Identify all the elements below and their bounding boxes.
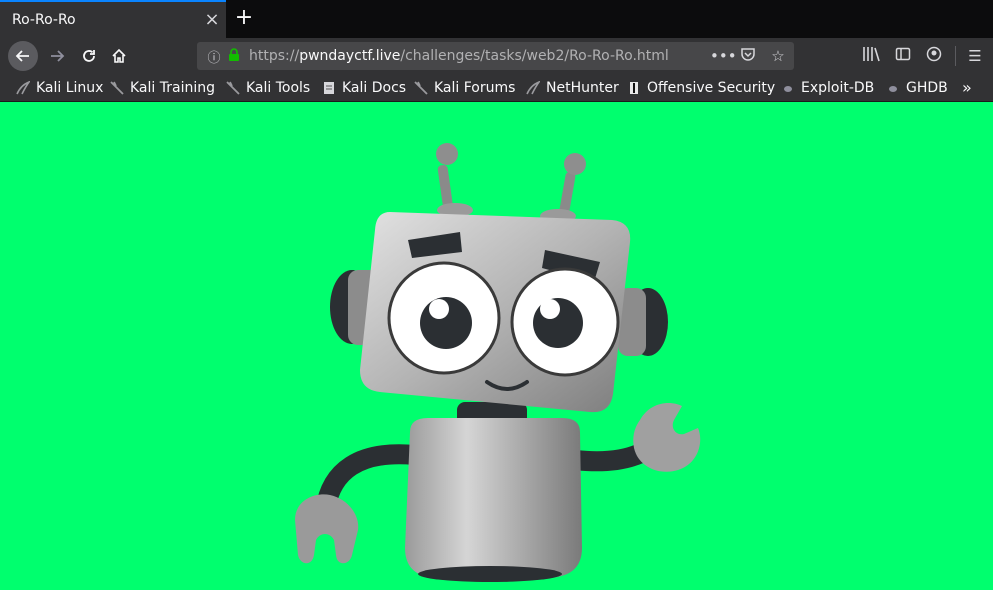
url-scheme: https:// <box>249 48 300 64</box>
eye-right <box>510 267 620 377</box>
bookmark-kali-docs[interactable]: Kali Docs <box>322 78 406 98</box>
page-actions-icon[interactable]: ••• <box>710 46 737 66</box>
bookmark-ghdb[interactable]: GHDB <box>886 78 948 98</box>
tab-title: Ro-Ro-Ro <box>12 12 76 28</box>
antenna-left <box>436 143 473 217</box>
bookmark-label: Kali Tools <box>246 80 311 96</box>
bookmark-kali-training[interactable]: Kali Training <box>110 78 215 98</box>
home-button[interactable] <box>104 41 134 71</box>
kali-dragon-icon <box>226 81 240 95</box>
pocket-icon[interactable] <box>737 46 759 66</box>
url-text: https://pwndayctf.live/challenges/tasks/… <box>249 48 669 64</box>
bookmark-label: Offensive Security <box>647 80 776 96</box>
bookmark-label: NetHunter <box>546 80 619 96</box>
kali-dragon-icon <box>110 81 124 95</box>
bookmark-kali-forums[interactable]: Kali Forums <box>414 78 515 98</box>
bookmark-kali-tools[interactable]: Kali Tools <box>226 78 310 98</box>
bookmark-label: GHDB <box>906 80 948 96</box>
navigation-toolbar: ⓘ https://pwndayctf.live/challenges/task… <box>0 38 993 74</box>
tab-close-icon[interactable]: × <box>198 11 226 29</box>
site-info-icon[interactable]: ⓘ <box>205 47 223 66</box>
page-content <box>0 102 993 590</box>
robot-body <box>405 418 582 578</box>
url-host: pwndayctf.live <box>299 48 401 64</box>
bookmark-star-icon[interactable]: ☆ <box>767 46 789 66</box>
bug-icon <box>781 81 795 95</box>
more-bookmarks-chevron-icon[interactable]: » <box>962 78 972 97</box>
reload-button[interactable] <box>74 41 104 71</box>
account-icon[interactable] <box>923 46 945 66</box>
tab-active[interactable]: Ro-Ro-Ro × <box>0 0 226 38</box>
kali-dragon-icon <box>526 80 542 95</box>
antenna-right <box>540 153 586 223</box>
bookmark-label: Kali Training <box>130 80 215 96</box>
back-button[interactable] <box>8 41 38 71</box>
eye-left <box>387 261 501 375</box>
bookmark-label: Kali Forums <box>434 80 516 96</box>
arm-right <box>565 402 701 472</box>
doc-icon <box>322 81 336 95</box>
bookmark-exploit-db[interactable]: Exploit-DB <box>781 78 874 98</box>
library-icon[interactable] <box>860 46 882 66</box>
menu-icon[interactable]: ☰ <box>964 46 986 66</box>
bookmark-offensive-security[interactable]: Offensive Security <box>627 78 775 98</box>
sidebar-icon[interactable] <box>892 46 914 66</box>
bookmarks-toolbar: Kali Linux Kali Training Kali Tools Kali… <box>0 74 993 102</box>
robot-illustration <box>295 143 701 582</box>
bookmark-label: Kali Docs <box>342 80 407 96</box>
bookmark-label: Kali Linux <box>36 80 104 96</box>
arm-left <box>295 444 425 564</box>
reload-icon <box>83 50 95 62</box>
tab-strip: Ro-Ro-Ro × + <box>0 0 993 38</box>
back-arrow-icon <box>15 50 29 62</box>
toolbar-separator <box>955 46 956 66</box>
bookmark-nethunter[interactable]: NetHunter <box>526 78 619 98</box>
kali-dragon-icon <box>414 81 428 95</box>
lock-icon[interactable] <box>227 47 243 66</box>
bug-icon <box>886 81 900 95</box>
home-icon <box>112 48 126 63</box>
bookmark-kali-linux[interactable]: Kali Linux <box>16 78 103 98</box>
url-bar[interactable]: ⓘ https://pwndayctf.live/challenges/task… <box>197 42 794 70</box>
new-tab-button[interactable]: + <box>232 6 256 30</box>
forward-arrow-icon <box>51 50 65 62</box>
kali-dragon-icon <box>16 80 32 95</box>
url-path: /challenges/tasks/web2/Ro-Ro-Ro.html <box>400 48 669 64</box>
offsec-icon <box>627 81 641 95</box>
forward-button[interactable] <box>42 41 72 71</box>
bookmark-label: Exploit-DB <box>801 80 875 96</box>
ear-right <box>618 288 668 356</box>
